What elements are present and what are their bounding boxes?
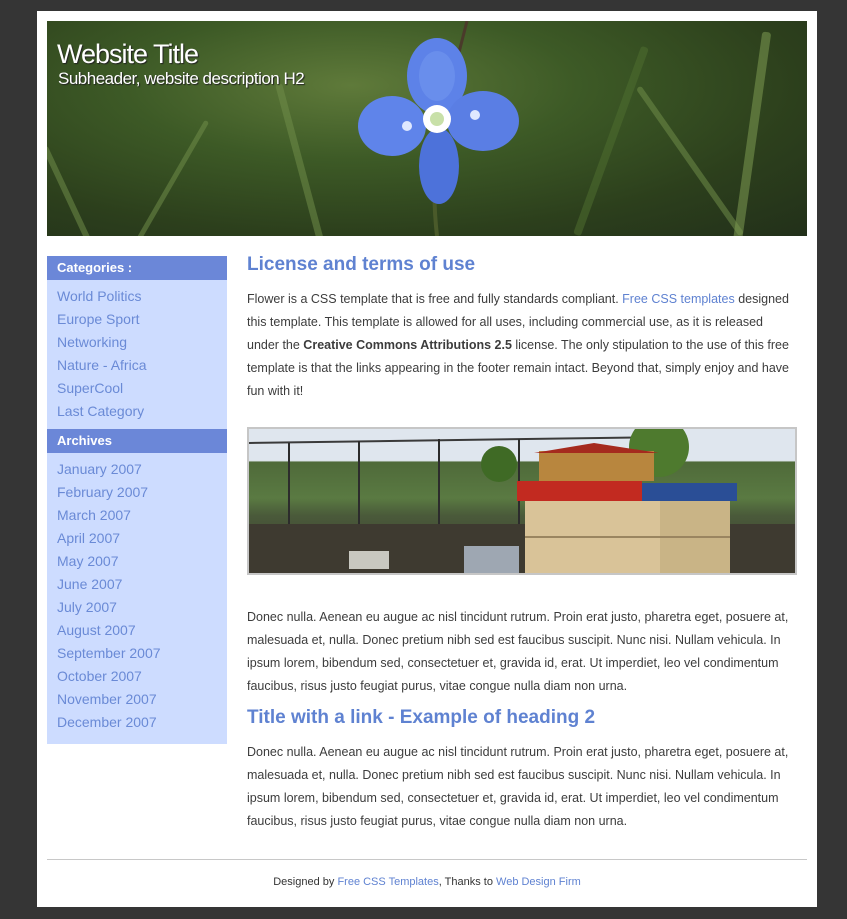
archive-link[interactable]: June 2007 bbox=[47, 573, 227, 596]
category-link[interactable]: World Politics bbox=[47, 285, 227, 308]
category-link[interactable]: Last Category bbox=[47, 400, 227, 423]
site-subtitle: Subheader, website description H2 bbox=[58, 69, 305, 88]
free-css-templates-footer-link[interactable]: Free CSS Templates bbox=[337, 876, 438, 888]
footer-text: , Thanks to bbox=[438, 876, 497, 888]
main-content: License and terms of use Flower is a CSS… bbox=[247, 254, 797, 833]
content-heading-2[interactable]: Title with a link - Example of heading 2 bbox=[247, 707, 797, 729]
body-paragraph: Donec nulla. Aenean eu augue ac nisl tin… bbox=[247, 745, 789, 828]
intro-paragraph: Flower is a CSS template that is free an… bbox=[247, 288, 797, 403]
category-link[interactable]: Nature - Africa bbox=[47, 354, 227, 377]
categories-heading: Categories : bbox=[47, 256, 227, 280]
categories-list: World Politics Europe Sport Networking N… bbox=[47, 280, 227, 429]
header-banner: Website Title Subheader, website descrip… bbox=[47, 21, 807, 236]
archive-link[interactable]: November 2007 bbox=[47, 688, 227, 711]
archives-list: January 2007 February 2007 March 2007 Ap… bbox=[47, 453, 227, 744]
free-css-templates-link[interactable]: Free CSS templates bbox=[622, 292, 735, 306]
web-design-firm-link[interactable]: Web Design Firm bbox=[496, 876, 581, 888]
body-paragraph: Donec nulla. Aenean eu augue ac nisl tin… bbox=[247, 610, 789, 693]
footer-text: Designed by bbox=[273, 876, 338, 888]
archive-link[interactable]: April 2007 bbox=[47, 527, 227, 550]
archive-link[interactable]: March 2007 bbox=[47, 504, 227, 527]
archive-link[interactable]: December 2007 bbox=[47, 711, 227, 734]
page-container: Website Title Subheader, website descrip… bbox=[37, 11, 817, 907]
archive-link[interactable]: September 2007 bbox=[47, 642, 227, 665]
sidebar: Categories : World Politics Europe Sport… bbox=[47, 256, 227, 744]
archive-link[interactable]: October 2007 bbox=[47, 665, 227, 688]
garden-scene-icon bbox=[249, 429, 795, 573]
archive-link[interactable]: August 2007 bbox=[47, 619, 227, 642]
site-title: Website Title bbox=[57, 39, 199, 69]
category-link[interactable]: Networking bbox=[47, 331, 227, 354]
license-name: Creative Commons Attributions 2.5 bbox=[303, 338, 512, 352]
archive-link[interactable]: January 2007 bbox=[47, 458, 227, 481]
archive-link[interactable]: February 2007 bbox=[47, 481, 227, 504]
beehive-garden-photo bbox=[247, 427, 797, 575]
archive-link[interactable]: July 2007 bbox=[47, 596, 227, 619]
footer-divider bbox=[47, 859, 807, 860]
content-heading: License and terms of use bbox=[247, 254, 476, 275]
footer: Designed by Free CSS Templates, Thanks t… bbox=[37, 876, 817, 888]
archive-link[interactable]: May 2007 bbox=[47, 550, 227, 573]
category-link[interactable]: SuperCool bbox=[47, 377, 227, 400]
intro-text: Flower is a CSS template that is free an… bbox=[247, 292, 623, 306]
category-link[interactable]: Europe Sport bbox=[47, 308, 227, 331]
archives-heading: Archives bbox=[47, 429, 227, 453]
